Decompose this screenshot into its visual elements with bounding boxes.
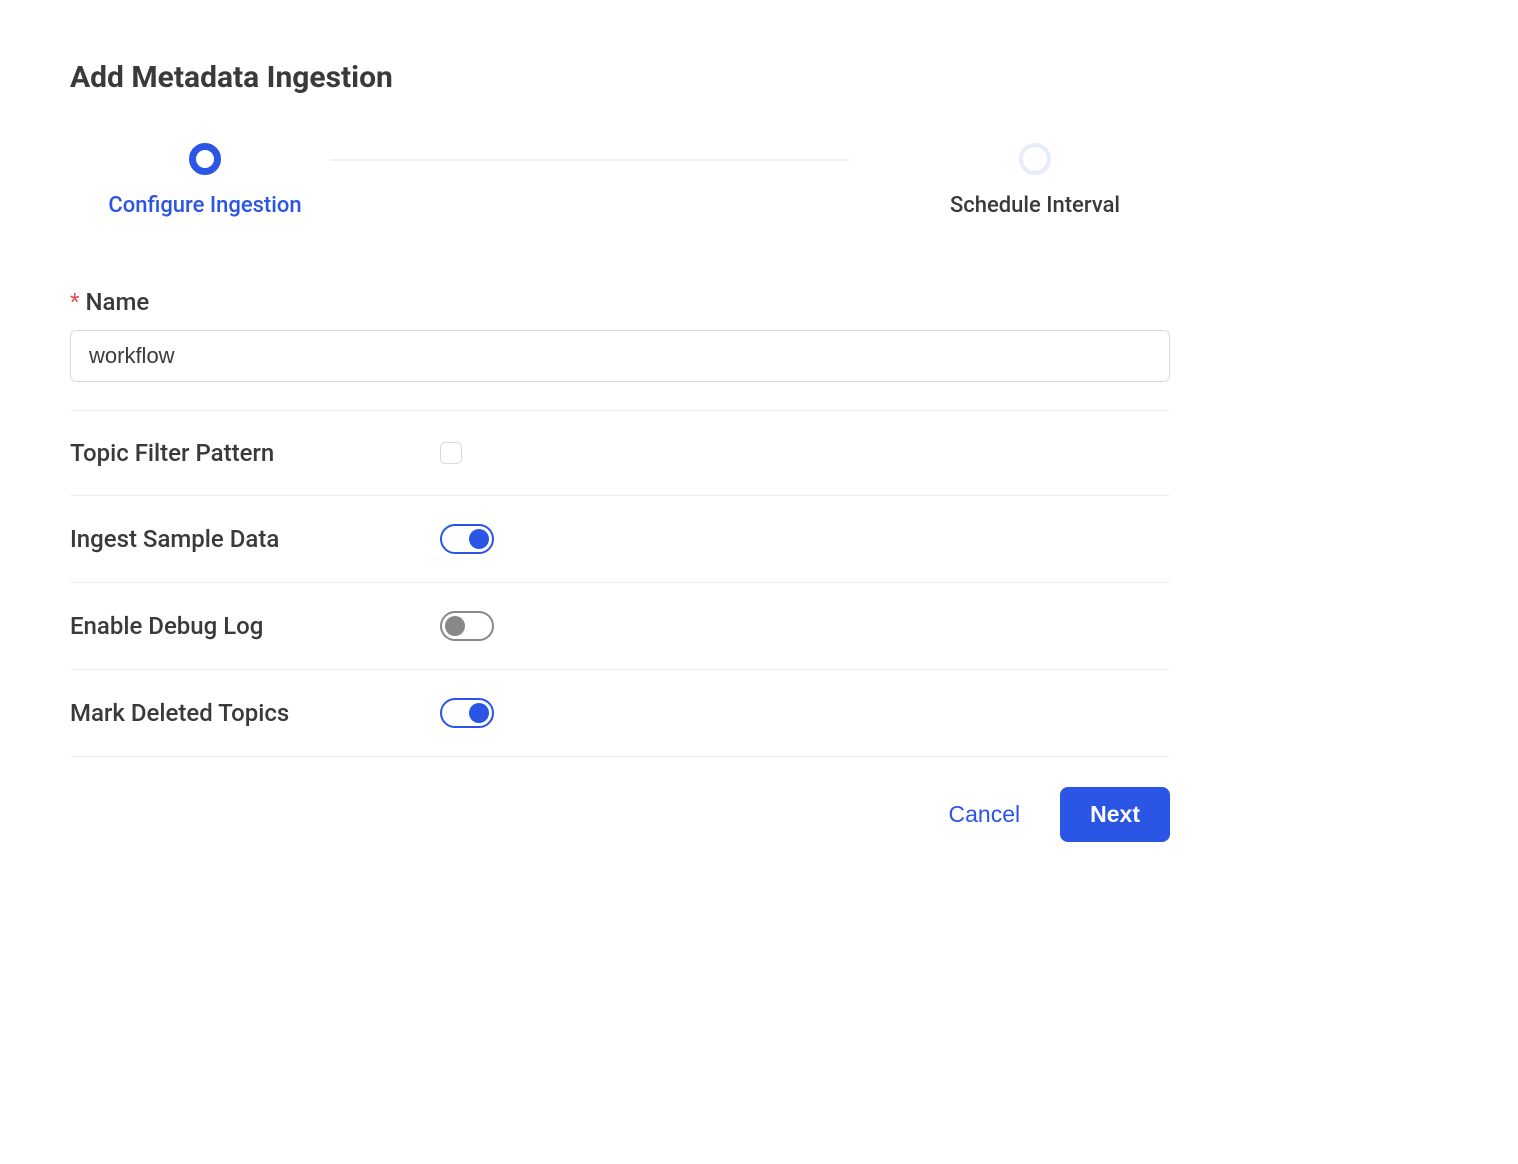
ingest-sample-data-toggle[interactable]	[440, 524, 494, 554]
step-configure-ingestion[interactable]: Configure Ingestion	[80, 143, 330, 218]
toggle-knob-icon	[445, 616, 465, 636]
enable-debug-log-label: Enable Debug Log	[70, 612, 440, 640]
mark-deleted-topics-row: Mark Deleted Topics	[70, 698, 1170, 728]
name-input[interactable]	[70, 330, 1170, 382]
stepper-connector	[330, 159, 850, 161]
page-title: Add Metadata Ingestion	[70, 60, 1170, 95]
button-row: Cancel Next	[70, 787, 1170, 842]
enable-debug-log-row: Enable Debug Log	[70, 611, 1170, 641]
divider	[70, 756, 1170, 757]
step-label: Configure Ingestion	[108, 193, 301, 218]
mark-deleted-topics-toggle[interactable]	[440, 698, 494, 728]
mark-deleted-topics-label: Mark Deleted Topics	[70, 699, 440, 727]
toggle-knob-icon	[469, 529, 489, 549]
step-label: Schedule Interval	[950, 193, 1120, 218]
topic-filter-pattern-row: Topic Filter Pattern	[70, 439, 1170, 467]
stepper: Configure Ingestion Schedule Interval	[80, 143, 1160, 218]
divider	[70, 410, 1170, 411]
required-indicator: *	[70, 290, 79, 315]
step-schedule-interval[interactable]: Schedule Interval	[910, 143, 1160, 218]
divider	[70, 582, 1170, 583]
name-label: Name	[85, 288, 149, 316]
step-circle-icon	[189, 143, 221, 175]
step-circle-icon	[1019, 143, 1051, 175]
topic-filter-pattern-label: Topic Filter Pattern	[70, 439, 440, 467]
divider	[70, 669, 1170, 670]
ingest-sample-data-label: Ingest Sample Data	[70, 525, 440, 553]
divider	[70, 495, 1170, 496]
name-field-group: * Name	[70, 288, 1170, 382]
ingest-sample-data-row: Ingest Sample Data	[70, 524, 1170, 554]
toggle-knob-icon	[469, 703, 489, 723]
topic-filter-pattern-checkbox[interactable]	[440, 442, 462, 464]
enable-debug-log-toggle[interactable]	[440, 611, 494, 641]
cancel-button[interactable]: Cancel	[949, 801, 1021, 828]
next-button[interactable]: Next	[1060, 787, 1170, 842]
